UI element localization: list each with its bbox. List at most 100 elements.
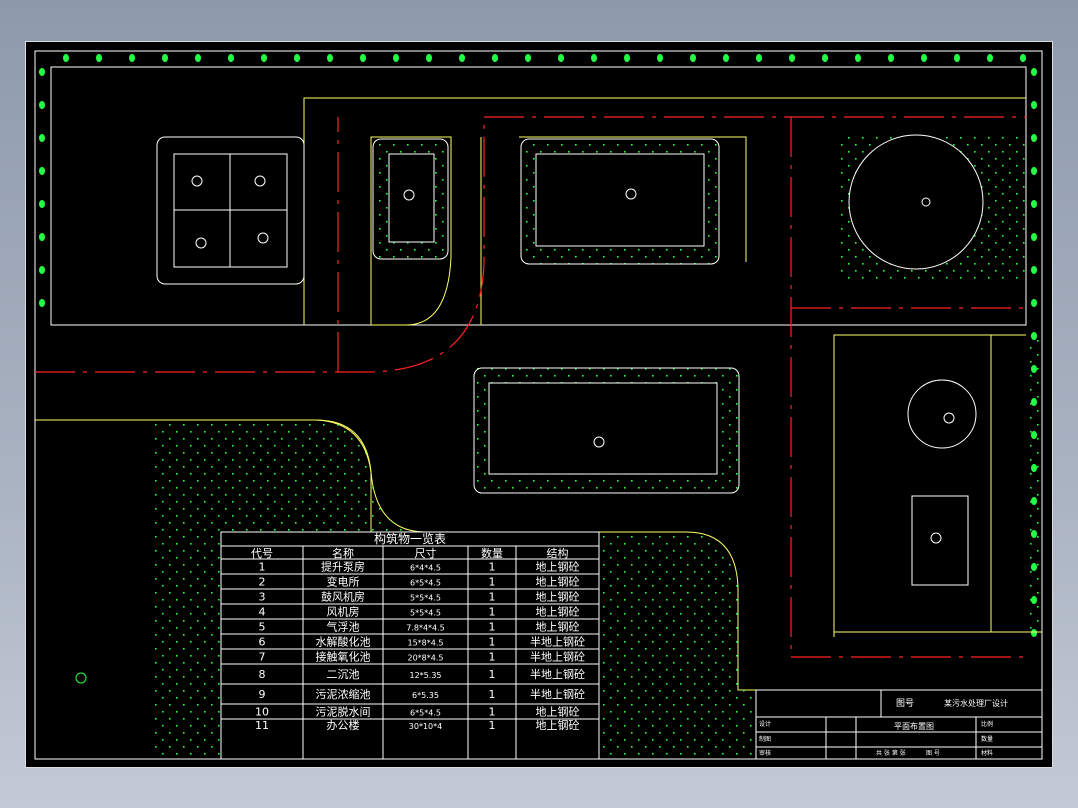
tb-label-scale: 比例 — [981, 720, 993, 728]
table-cell: 半地上钢砼 — [530, 635, 585, 649]
table-cell: 1 — [489, 591, 496, 604]
tree-marker — [195, 54, 201, 62]
tree-marker — [39, 101, 45, 109]
table-cell: 1 — [489, 719, 496, 732]
table-cell: 二沉池 — [327, 668, 360, 681]
table-cell: 接触氧化池 — [316, 650, 371, 664]
table-cell: 5*5*4.5 — [410, 594, 441, 603]
tree-marker — [327, 54, 333, 62]
structures-table: 构筑物一览表代号 名称 尺寸 数量 结构 1 提升泵房 6*4*4.5 1 地上钢砼 2 变电所 6*5… — [220, 531, 600, 760]
table-cell: 气浮池 — [327, 620, 360, 634]
tree-marker — [1031, 167, 1037, 175]
table-cell: 半地上钢砼 — [530, 650, 585, 664]
tb-sheet-count: 共 张 第 张 — [876, 749, 906, 757]
tree-marker — [657, 54, 663, 62]
table-cell: 鼓风机房 — [321, 590, 365, 604]
tree-marker — [525, 54, 531, 62]
tree-marker — [723, 54, 729, 62]
table-cell: 地上钢砼 — [536, 621, 580, 634]
table-cell: 20*8*4.5 — [408, 654, 444, 663]
tree-marker — [96, 54, 102, 62]
table-cell: 1 — [489, 706, 496, 719]
project-title: 某污水处理厂设计 — [944, 698, 1008, 708]
tb-label-review: 审核 — [759, 749, 771, 757]
tree-marker — [921, 54, 927, 62]
tree-marker — [39, 266, 45, 274]
tree-marker — [39, 167, 45, 175]
table-cell: 地上钢砼 — [536, 561, 580, 574]
table-cell: 6*5.35 — [412, 691, 439, 700]
table-cell: 9 — [259, 688, 266, 701]
table-cell: 1 — [489, 561, 496, 574]
tree-marker — [624, 54, 630, 62]
tree-marker — [63, 54, 69, 62]
table-cell: 11 — [255, 719, 269, 732]
tree-marker — [1031, 233, 1037, 241]
table-cell: 6*5*4.5 — [410, 709, 441, 718]
tree-marker — [39, 68, 45, 76]
tree-marker — [888, 54, 894, 62]
table-cell: 地上钢砼 — [536, 606, 580, 619]
table-cell: 5 — [259, 621, 266, 634]
table-cell: 1 — [489, 636, 496, 649]
tree-marker — [1020, 54, 1026, 62]
table-cell: 6*5*4.5 — [410, 579, 441, 588]
title-block: 图号 某污水处理厂设计 平面布置图 设计 制图 审核 比例 数量 材料 共 张 … — [755, 689, 1043, 760]
tb-label-design: 设计 — [759, 720, 771, 728]
table-header: 尺寸 — [415, 546, 437, 560]
table-cell: 水解酸化池 — [316, 635, 371, 649]
table-cell: 8 — [259, 668, 266, 681]
tree-marker — [1031, 299, 1037, 307]
table-cell: 3 — [259, 591, 266, 604]
tree-marker — [459, 54, 465, 62]
table-cell: 30*10*4 — [409, 722, 442, 731]
table-header: 结构 — [547, 546, 569, 560]
tree-marker — [1031, 266, 1037, 274]
tree-marker — [591, 54, 597, 62]
tree-marker — [756, 54, 762, 62]
table-cell: 10 — [255, 706, 269, 719]
tree-marker — [426, 54, 432, 62]
drawing-name: 平面布置图 — [894, 721, 934, 731]
tree-marker — [261, 54, 267, 62]
tb-label-material: 材料 — [981, 749, 993, 757]
table-cell: 污泥浓缩池 — [316, 688, 371, 701]
table-cell: 6*4*4.5 — [410, 564, 441, 573]
table-cell: 1 — [489, 621, 496, 634]
table-cell: 半地上钢砼 — [530, 687, 585, 701]
table-cell: 地上钢砼 — [536, 591, 580, 604]
tree-marker — [954, 54, 960, 62]
table-cell: 2 — [259, 576, 266, 589]
tree-marker — [393, 54, 399, 62]
tree-marker — [39, 299, 45, 307]
tree-marker — [492, 54, 498, 62]
table-cell: 1 — [489, 651, 496, 664]
table-header: 代号 — [251, 547, 273, 560]
drawing-no-label: 图号 — [896, 698, 914, 709]
table-cell: 风机房 — [327, 605, 360, 619]
tree-marker — [987, 54, 993, 62]
tree-marker — [1031, 200, 1037, 208]
table-cell: 1 — [259, 561, 266, 574]
tree-marker — [294, 54, 300, 62]
tree-marker — [822, 54, 828, 62]
tree-marker — [129, 54, 135, 62]
table-cell: 4 — [259, 606, 266, 619]
tb-drawing-no: 图 号 — [926, 750, 940, 757]
table-cell: 提升泵房 — [321, 561, 365, 574]
tree-marker — [1031, 134, 1037, 142]
table-cell: 污泥脱水间 — [316, 705, 371, 719]
tree-marker — [360, 54, 366, 62]
table-title: 构筑物一览表 — [374, 531, 446, 546]
table-cell: 1 — [489, 668, 496, 681]
tree-marker — [1031, 101, 1037, 109]
table-cell: 半地上钢砼 — [530, 667, 585, 681]
table-cell: 5*5*4.5 — [410, 609, 441, 618]
table-cell: 12*5.35 — [410, 671, 442, 680]
tree-marker — [855, 54, 861, 62]
tree-marker — [39, 134, 45, 142]
tb-label-qty: 数量 — [981, 735, 993, 743]
site-plan-drawing: 构筑物一览表代号 名称 尺寸 数量 结构1 提升泵房 6*4*4.5 1 地上钢砼2 变电所 6*5… — [34, 50, 1043, 760]
tree-marker — [228, 54, 234, 62]
tree-marker — [162, 54, 168, 62]
